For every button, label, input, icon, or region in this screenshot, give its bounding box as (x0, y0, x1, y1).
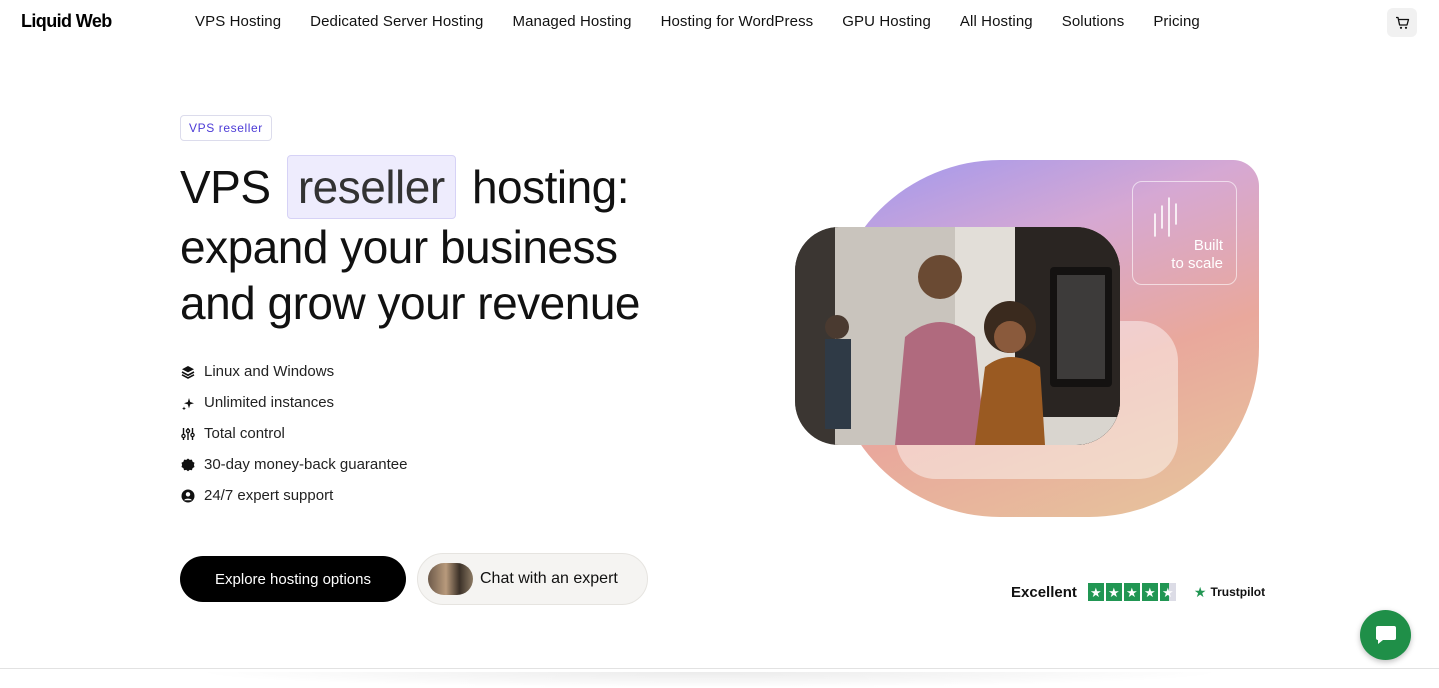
section-divider (0, 668, 1439, 669)
feature-item: 30-day money-back guarantee (180, 449, 407, 480)
cart-icon (1395, 16, 1409, 29)
headline-highlight: reseller (286, 155, 456, 219)
star-icon: ★ (1087, 583, 1104, 601)
rating-word: Excellent (1011, 583, 1077, 601)
feature-label: Total control (204, 425, 285, 442)
headline-line3: and grow your revenue (180, 277, 641, 329)
trustpilot-star-icon: ★ (1193, 583, 1207, 600)
star-icon: ★ (1105, 583, 1122, 601)
team-photo (795, 227, 1120, 445)
trustpilot-rating[interactable]: Excellent ★ ★ ★ ★ ★ ★ Trustpilot (1011, 583, 1265, 601)
feature-item: 24/7 expert support (180, 480, 407, 511)
sparkle-icon (180, 395, 195, 410)
rating-stars: ★ ★ ★ ★ ★ (1087, 583, 1176, 601)
explore-hosting-button[interactable]: Explore hosting options (180, 556, 406, 602)
site-header: Liquid Web VPS Hosting Dedicated Server … (0, 0, 1439, 46)
headline-part2: hosting: (471, 161, 630, 213)
sliders-icon (180, 426, 195, 441)
hero-headline: VPS reseller hosting: expand your busine… (180, 155, 641, 331)
team-photo-illustration (795, 227, 1120, 445)
built-to-scale-text: Built to scale (1171, 237, 1223, 273)
layers-icon (180, 364, 195, 379)
expert-avatar (428, 563, 473, 595)
headline-line2: expand your business (180, 221, 618, 273)
sound-bars-icon (1154, 197, 1177, 237)
badge-icon (180, 457, 195, 472)
panel-line2: to scale (1171, 255, 1223, 272)
feature-label: 24/7 expert support (204, 487, 334, 504)
user-circle-icon (180, 488, 195, 503)
nav-item-all-hosting[interactable]: All Hosting (960, 13, 1033, 30)
built-to-scale-panel: Built to scale (1132, 181, 1237, 285)
panel-line1: Built (1193, 237, 1223, 254)
chat-bubble-icon (1375, 626, 1396, 644)
nav-item-gpu-hosting[interactable]: GPU Hosting (842, 13, 931, 30)
chat-widget-button[interactable] (1360, 610, 1411, 660)
chat-button-label: Chat with an expert (480, 570, 618, 587)
trustpilot-logo: ★ Trustpilot (1194, 584, 1265, 601)
nav-item-pricing[interactable]: Pricing (1153, 13, 1200, 30)
star-icon: ★ (1141, 583, 1158, 601)
feature-list: Linux and Windows Unlimited instances To… (180, 356, 407, 511)
feature-item: Linux and Windows (180, 356, 407, 387)
nav-item-dedicated-server-hosting[interactable]: Dedicated Server Hosting (310, 13, 483, 30)
logo[interactable]: Liquid Web (21, 11, 112, 32)
feature-label: Linux and Windows (204, 363, 335, 380)
feature-item: Total control (180, 418, 407, 449)
star-icon: ★ (1123, 583, 1140, 601)
cart-button[interactable] (1387, 8, 1417, 37)
nav-item-managed-hosting[interactable]: Managed Hosting (512, 13, 631, 30)
section-shadow (190, 672, 1230, 688)
nav-item-solutions[interactable]: Solutions (1062, 13, 1125, 30)
trustpilot-brand: Trustpilot (1210, 585, 1266, 599)
nav-item-vps-hosting[interactable]: VPS Hosting (195, 13, 281, 30)
hero-visual: Built to scale (795, 160, 1259, 517)
star-half-icon: ★ (1159, 583, 1176, 601)
feature-label: Unlimited instances (204, 394, 335, 411)
chat-with-expert-button[interactable]: Chat with an expert (417, 553, 648, 605)
main-nav: VPS Hosting Dedicated Server Hosting Man… (195, 13, 1229, 30)
category-badge: VPS reseller (180, 115, 272, 141)
headline-part1: VPS (180, 161, 271, 213)
feature-item: Unlimited instances (180, 387, 407, 418)
nav-item-hosting-for-wordpress[interactable]: Hosting for WordPress (661, 13, 814, 30)
feature-label: 30-day money-back guarantee (204, 456, 408, 473)
